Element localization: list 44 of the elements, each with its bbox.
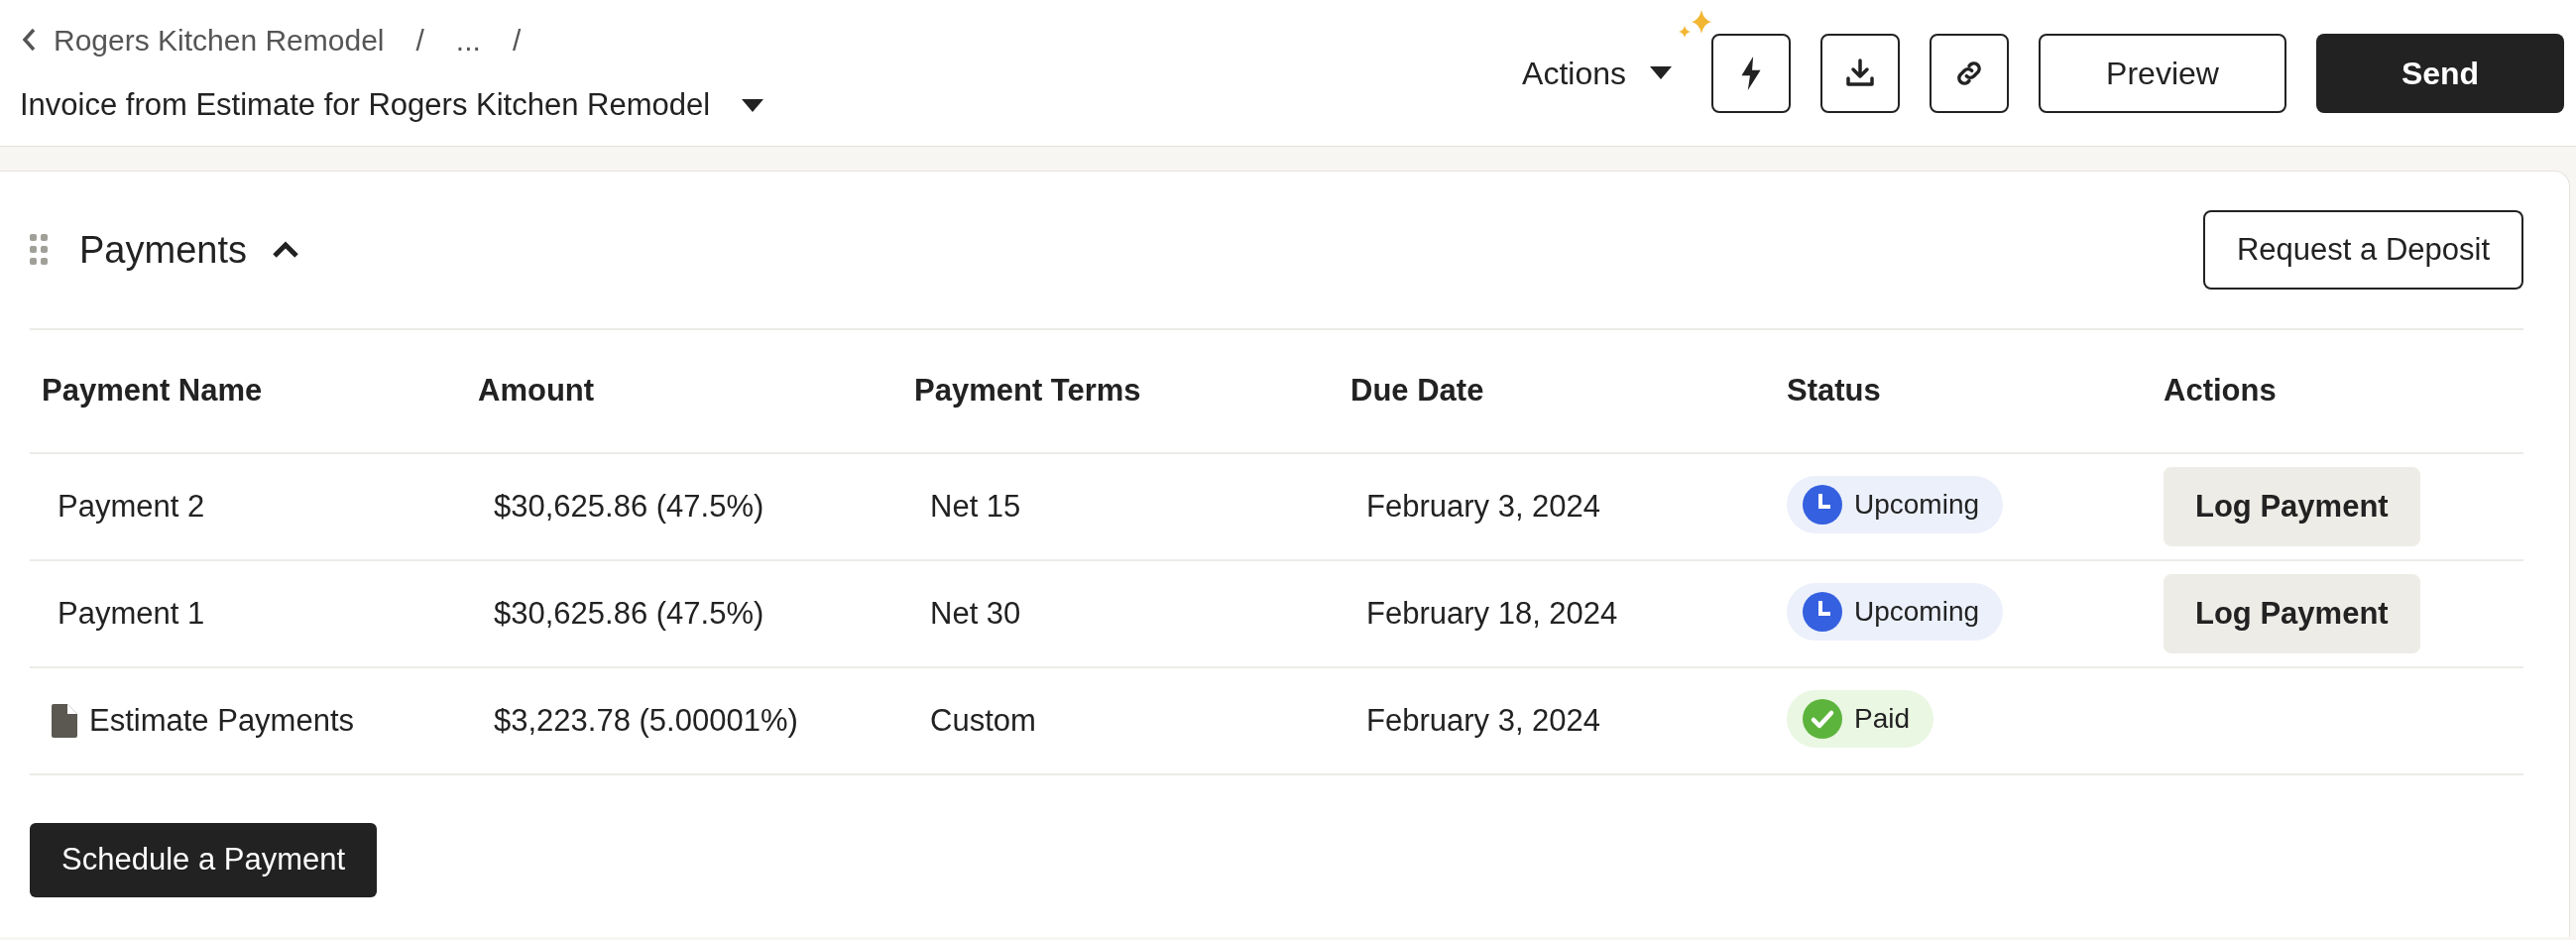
breadcrumb-link[interactable]: Rogers Kitchen Remodel	[54, 17, 385, 62]
status-badge: Upcoming	[1787, 582, 2004, 641]
log-payment-button[interactable]: Log Payment	[2164, 574, 2420, 653]
table-cell-text: February 3, 2024	[1365, 701, 1602, 740]
toolbar-icon-button[interactable]	[1930, 33, 2009, 113]
preview-button[interactable]: Preview	[2039, 33, 2286, 113]
table-cell-text: Net 30	[929, 594, 1022, 633]
send-button[interactable]: Send	[2316, 33, 2564, 113]
table-cell-text: February 18, 2024	[1365, 594, 1619, 633]
column-header: Payment Name	[42, 372, 264, 411]
caret-icon	[742, 98, 764, 112]
caret-icon	[1650, 66, 1672, 79]
table-cell-text: Payment 2	[57, 487, 205, 526]
log-payment-button[interactable]: Log Payment	[2164, 467, 2420, 546]
checkmark-icon	[1803, 698, 1842, 739]
request-deposit-button[interactable]: Request a Deposit	[2202, 210, 2523, 290]
column-header: Actions	[2164, 372, 2278, 411]
drag-handle-icon[interactable]	[30, 234, 48, 266]
table-cell-text: $30,625.86 (47.5%)	[493, 594, 765, 633]
table-cell-text: Net 15	[929, 487, 1022, 526]
toolbar-icon-button[interactable]	[1711, 33, 1791, 113]
table-cell-text: February 3, 2024	[1365, 487, 1602, 526]
breadcrumb-separator: /	[414, 22, 425, 59]
status-badge: Upcoming	[1787, 475, 2004, 533]
document-title-dropdown[interactable]: Invoice from Estimate for Rogers Kitchen Remodel	[20, 81, 764, 129]
breadcrumb-link[interactable]: ...	[455, 17, 481, 62]
toolbar-icon-button[interactable]	[1820, 33, 1900, 113]
column-header: Status	[1787, 372, 1882, 411]
clock-icon	[1803, 591, 1842, 632]
download-icon	[1844, 57, 1876, 89]
table-cell-text: $3,223.78 (5.00001%)	[493, 701, 799, 740]
clock-icon	[1803, 484, 1842, 525]
table-cell-text: Payment 1	[57, 594, 205, 633]
table-cell-text: Estimate Payments	[89, 701, 355, 740]
schedule-payment-button[interactable]: Schedule a Payment	[30, 823, 378, 897]
column-header: Payment Terms	[914, 372, 1142, 411]
column-header: Due Date	[1350, 372, 1485, 411]
actions-dropdown[interactable]: Actions	[1522, 49, 1672, 97]
section-title: Payments	[79, 227, 247, 273]
status-badge: Paid	[1787, 689, 1934, 748]
table-cell-text: Custom	[929, 701, 1037, 740]
column-header: Amount	[478, 372, 596, 411]
table-cell-text: $30,625.86 (47.5%)	[493, 487, 765, 526]
breadcrumb-separator: /	[511, 22, 523, 59]
